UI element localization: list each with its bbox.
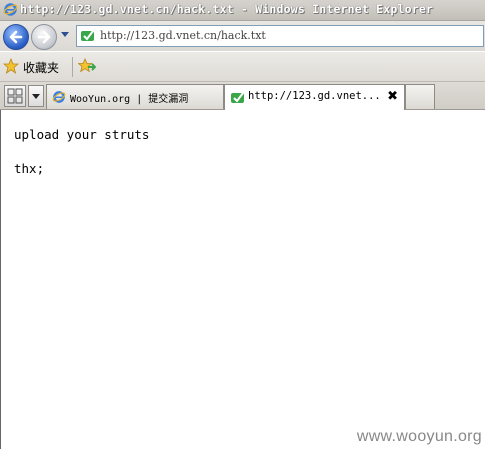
toolbar-divider bbox=[72, 57, 73, 77]
text-line: thx; bbox=[14, 161, 45, 176]
tab-list-dropdown[interactable] bbox=[28, 85, 44, 107]
tab-label: http://123.gd.vnet... bbox=[248, 90, 381, 102]
favorites-bar: 收藏夹 bbox=[0, 52, 485, 82]
tab-wooyun[interactable]: WooYun.org | 提交漏洞 bbox=[46, 84, 224, 109]
recent-pages-dropdown-icon[interactable] bbox=[60, 31, 70, 39]
favorites-button[interactable]: 收藏夹 bbox=[23, 59, 59, 76]
chevron-down-icon bbox=[32, 94, 40, 99]
tab-label: WooYun.org | 提交漏洞 bbox=[70, 94, 189, 105]
quick-tabs-icon bbox=[7, 88, 23, 104]
internet-explorer-icon bbox=[52, 91, 66, 103]
text-line: upload your struts bbox=[14, 127, 150, 142]
tab-hack-txt[interactable]: http://123.gd.vnet... ✖ bbox=[224, 84, 405, 110]
forward-arrow-icon bbox=[37, 30, 51, 44]
back-arrow-icon bbox=[9, 30, 23, 44]
close-tab-icon[interactable]: ✖ bbox=[387, 90, 398, 103]
address-bar[interactable]: http://123.gd.vnet.cn/hack.txt bbox=[76, 25, 484, 47]
forward-button[interactable] bbox=[31, 24, 57, 50]
page-icon bbox=[81, 30, 94, 41]
page-icon bbox=[231, 92, 244, 103]
address-url[interactable]: http://123.gd.vnet.cn/hack.txt bbox=[100, 29, 266, 42]
window-title: http://123.gd.vnet.cn/hack.txt - Windows… bbox=[20, 2, 434, 16]
page-content: upload your struts thx; www.wooyun.org bbox=[0, 110, 485, 449]
add-to-favorites-bar-icon[interactable] bbox=[78, 58, 96, 74]
watermark: www.wooyun.org bbox=[356, 428, 482, 445]
internet-explorer-icon bbox=[3, 3, 18, 16]
back-button[interactable] bbox=[3, 24, 29, 50]
tab-bar: WooYun.org | 提交漏洞 http://123.gd.vnet... … bbox=[0, 82, 485, 110]
quick-tabs-button[interactable] bbox=[4, 85, 26, 107]
favorites-star-icon[interactable] bbox=[3, 58, 19, 74]
navigation-bar: http://123.gd.vnet.cn/hack.txt bbox=[0, 21, 485, 51]
window-titlebar: http://123.gd.vnet.cn/hack.txt - Windows… bbox=[0, 0, 485, 21]
new-tab-button[interactable] bbox=[405, 84, 435, 109]
